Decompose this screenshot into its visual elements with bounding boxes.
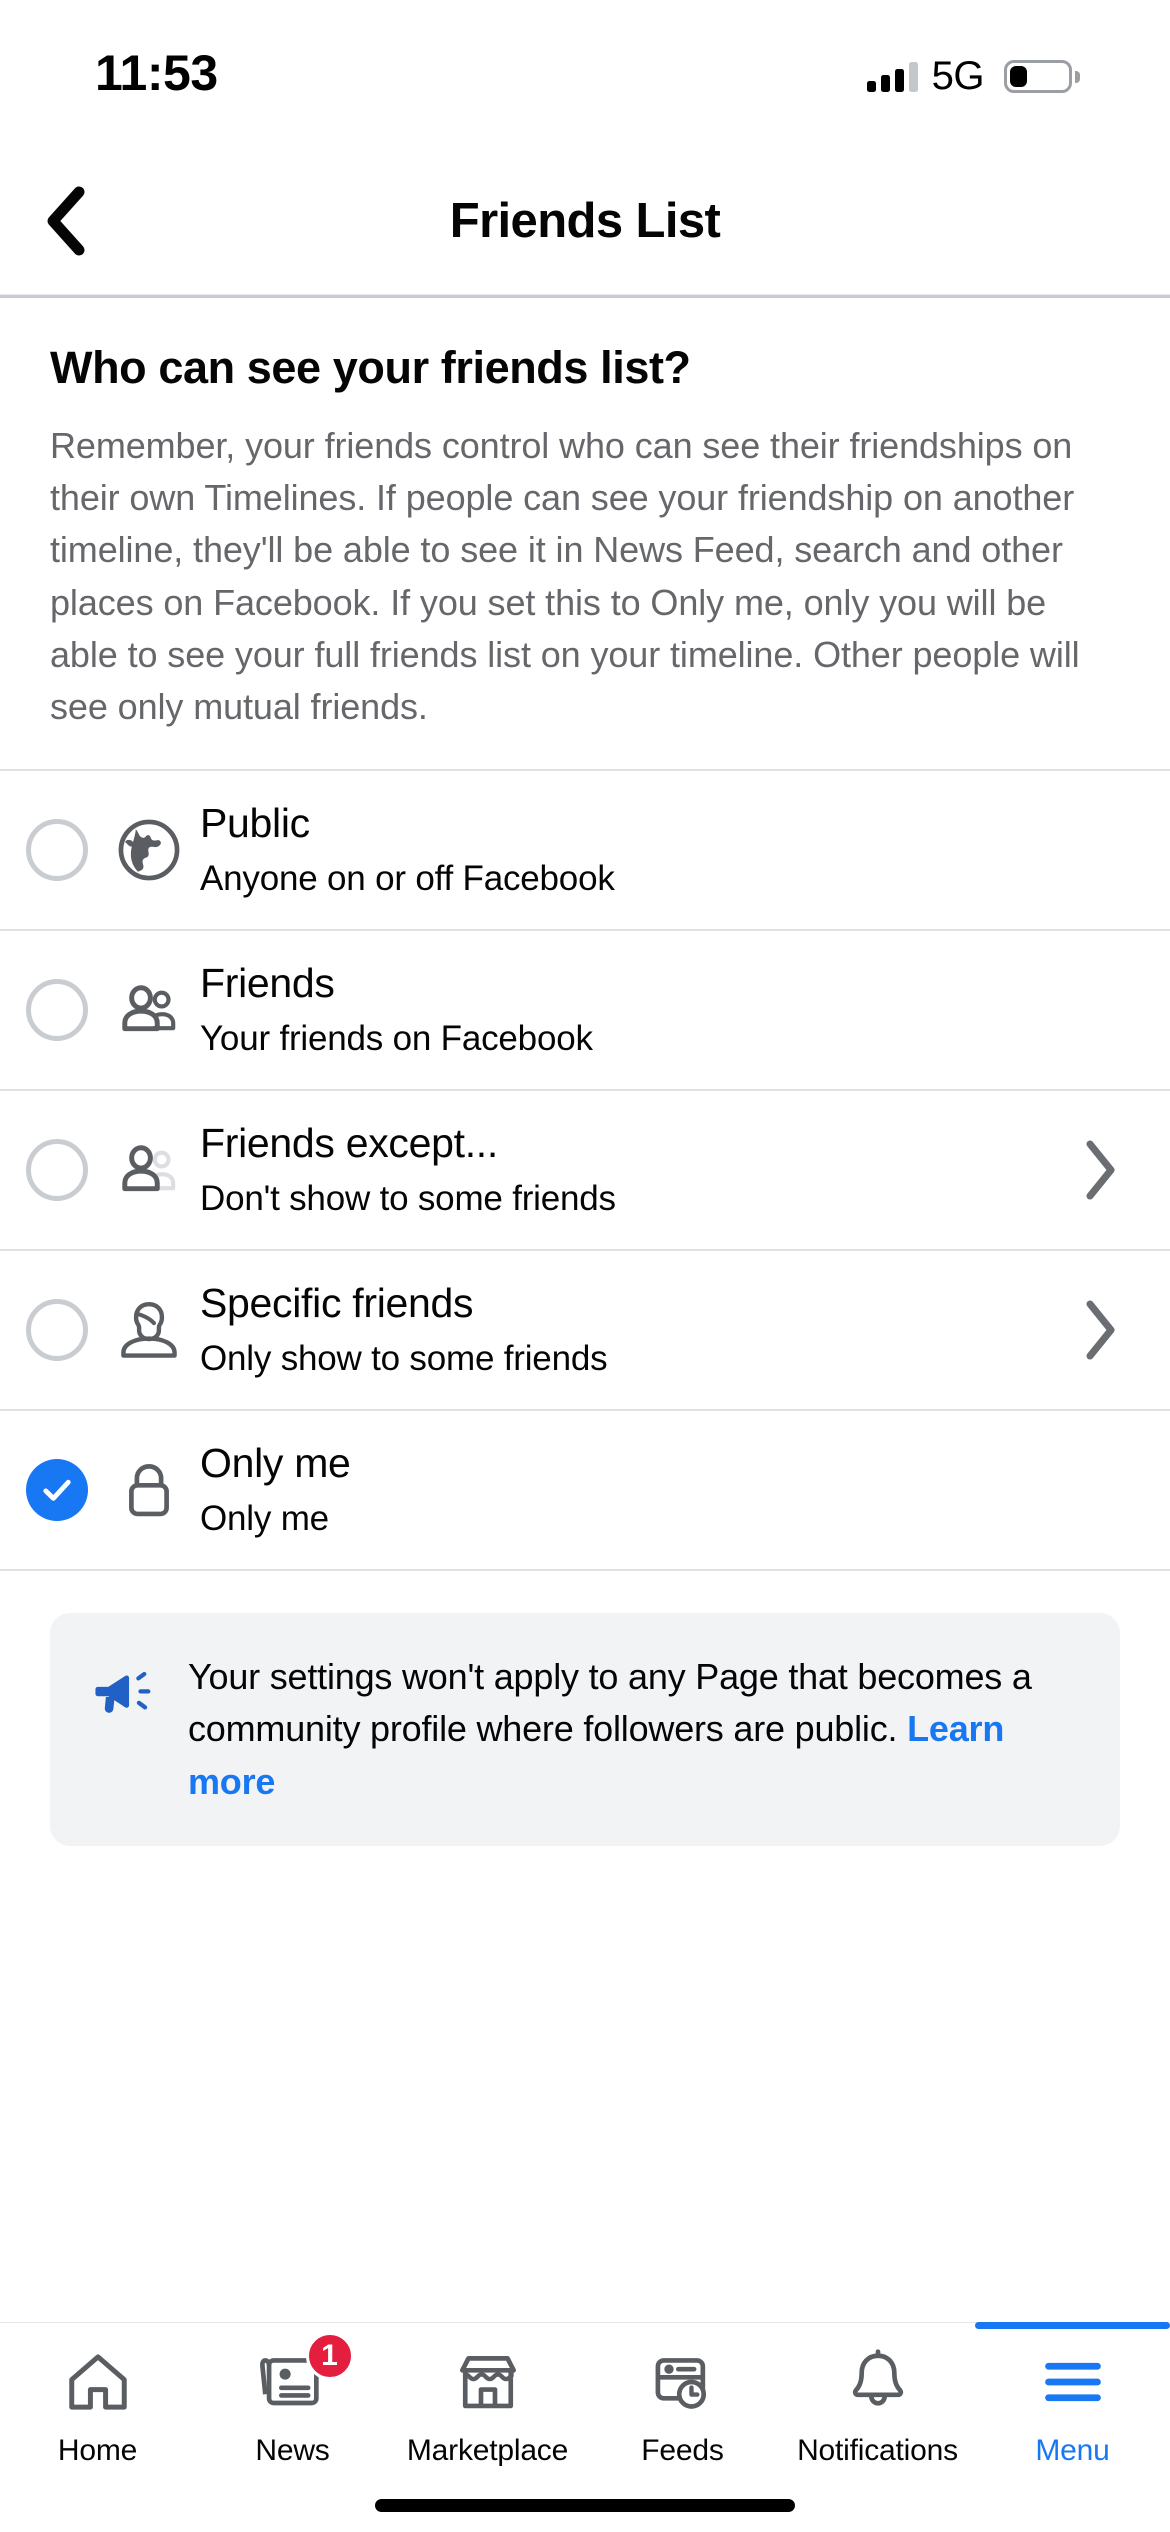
option-label: Friends	[200, 959, 335, 1006]
radio-friends-except[interactable]	[26, 1139, 88, 1202]
option-row-friends[interactable]: Friends Your friends on Facebook	[0, 931, 1170, 1090]
tab-label: News	[255, 2434, 330, 2467]
back-button[interactable]	[0, 148, 110, 294]
bottom-tab-bar: Home 1 News Marketplace Feeds Notificati…	[0, 2322, 1170, 2532]
option-row-only-me[interactable]: Only me Only me	[0, 1411, 1170, 1570]
option-row-public[interactable]: Public Anyone on or off Facebook	[0, 771, 1170, 930]
option-sublabel: Don't show to some friends	[200, 1178, 616, 1218]
tab-label: Notifications	[797, 2434, 958, 2467]
info-banner-message: Your settings won't apply to any Page th…	[188, 1656, 1032, 1750]
check-icon	[43, 1479, 71, 1501]
chevron-right-icon[interactable]	[1076, 1139, 1126, 1201]
intro-section: Who can see your friends list? Remember,…	[0, 298, 1170, 769]
bell-icon	[843, 2346, 913, 2418]
cellular-signal-icon	[866, 61, 918, 92]
radio-public[interactable]	[26, 819, 88, 882]
tab-home[interactable]: Home	[0, 2323, 195, 2491]
tab-menu[interactable]: Menu	[975, 2322, 1170, 2491]
intro-title: Who can see your friends list?	[50, 342, 691, 393]
option-sublabel: Only me	[200, 1498, 329, 1538]
option-text-specific-friends: Specific friends Only show to some frien…	[200, 1279, 1076, 1382]
active-tab-indicator	[975, 2322, 1170, 2329]
hamburger-icon	[1038, 2346, 1108, 2418]
radio-specific-friends[interactable]	[26, 1299, 88, 1362]
page-title: Friends List	[449, 194, 721, 248]
feeds-icon	[648, 2346, 718, 2418]
tab-label: Feeds	[641, 2434, 724, 2467]
option-label: Public	[200, 799, 310, 846]
news-icon: 1	[258, 2332, 354, 2418]
status-bar: 11:53 5G	[0, 0, 1170, 148]
tab-label: Home	[57, 2434, 138, 2467]
option-sublabel: Your friends on Facebook	[200, 1018, 593, 1058]
status-bar-time: 11:53	[95, 45, 218, 101]
info-banner-text: Your settings won't apply to any Page th…	[188, 1651, 1082, 1808]
tab-label: Menu	[1035, 2434, 1110, 2467]
tab-feeds[interactable]: Feeds	[585, 2323, 780, 2491]
option-label: Only me	[200, 1439, 351, 1486]
person-icon	[112, 1297, 186, 1363]
news-badge: 1	[305, 2332, 354, 2380]
home-indicator	[375, 2499, 795, 2512]
tab-notifications[interactable]: Notifications	[780, 2323, 975, 2491]
status-bar-indicators: 5G	[866, 48, 1080, 99]
option-sublabel: Only show to some friends	[200, 1338, 608, 1378]
info-banner-container: Your settings won't apply to any Page th…	[0, 1571, 1170, 1846]
tab-news[interactable]: 1 News	[195, 2323, 390, 2491]
intro-description: Remember, your friends control who can s…	[50, 425, 1080, 727]
two-people-icon	[112, 977, 186, 1043]
navigation-header: Friends List	[0, 148, 1170, 295]
privacy-options-list: Public Anyone on or off Facebook Friends…	[0, 771, 1170, 1572]
battery-icon	[1004, 60, 1080, 93]
lock-icon	[112, 1457, 186, 1523]
two-people-faded-icon	[112, 1137, 186, 1203]
megaphone-icon	[92, 1651, 156, 1734]
info-banner: Your settings won't apply to any Page th…	[50, 1613, 1120, 1846]
home-icon	[63, 2346, 133, 2418]
option-text-public: Public Anyone on or off Facebook	[200, 799, 1126, 902]
option-text-friends-except: Friends except... Don't show to some fri…	[200, 1119, 1076, 1222]
option-label: Specific friends	[200, 1279, 474, 1326]
globe-icon	[112, 817, 186, 883]
option-text-only-me: Only me Only me	[200, 1439, 1126, 1542]
option-row-specific-friends[interactable]: Specific friends Only show to some frien…	[0, 1251, 1170, 1410]
chevron-left-icon	[47, 186, 85, 256]
tab-marketplace[interactable]: Marketplace	[390, 2323, 585, 2491]
option-label: Friends except...	[200, 1119, 498, 1166]
radio-only-me[interactable]	[26, 1459, 88, 1522]
chevron-right-icon[interactable]	[1076, 1299, 1126, 1361]
radio-friends[interactable]	[26, 979, 88, 1042]
option-row-friends-except[interactable]: Friends except... Don't show to some fri…	[0, 1091, 1170, 1250]
network-type-label: 5G	[931, 54, 985, 98]
store-icon	[453, 2346, 523, 2418]
tab-label: Marketplace	[406, 2434, 569, 2467]
option-sublabel: Anyone on or off Facebook	[200, 858, 615, 898]
option-text-friends: Friends Your friends on Facebook	[200, 959, 1126, 1062]
